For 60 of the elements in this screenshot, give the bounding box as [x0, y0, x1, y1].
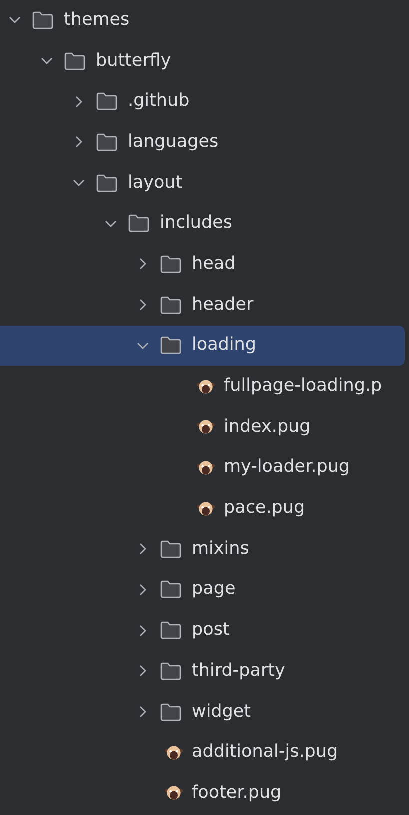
folder-icon: [160, 621, 182, 640]
tree-item-label: languages: [128, 132, 219, 153]
tree-item-label: widget: [192, 702, 252, 723]
tree-row[interactable]: languages: [0, 122, 405, 163]
tree-row[interactable]: page: [0, 570, 405, 610]
tree-item-label: mixins: [192, 538, 250, 560]
tree-item-label: third-party: [192, 660, 286, 682]
dog-face-icon: [165, 744, 183, 761]
tree-item-label: page: [192, 579, 236, 600]
tree-item-label: additional-js.pug: [192, 742, 338, 764]
tree-item-label: .github: [128, 91, 190, 112]
tree-item-label: post: [192, 620, 230, 642]
tree-row[interactable]: includes: [0, 203, 405, 244]
tree-item-label: layout: [128, 172, 183, 194]
tree-item-label: fullpage-loading.p: [224, 376, 382, 398]
tree-item-label: header: [192, 294, 254, 316]
tree-item-label: butterfly: [96, 50, 172, 72]
tree-row[interactable]: my-loader.pug: [0, 448, 405, 488]
tree-item-label: themes: [64, 10, 130, 31]
folder-icon: [128, 214, 150, 234]
tree-item-label: includes: [160, 213, 233, 234]
tree-item-label: index.pug: [224, 416, 311, 438]
folder-icon: [160, 540, 182, 559]
folder-icon: [96, 92, 118, 112]
dog-face-icon: [197, 500, 215, 517]
tree-row[interactable]: pace.pug: [0, 488, 405, 529]
tree-row[interactable]: themes: [0, 0, 405, 41]
folder-icon: [96, 174, 118, 193]
tree-row[interactable]: widget: [0, 692, 405, 732]
dog-face-icon: [197, 378, 215, 395]
tree-item-label: pace.pug: [224, 498, 306, 520]
tree-row[interactable]: layout: [0, 162, 405, 204]
folder-icon: [160, 254, 182, 274]
folder-icon: [160, 336, 182, 356]
dog-face-icon: [197, 460, 215, 476]
dog-face-icon: [165, 785, 183, 802]
folder-icon: [64, 52, 86, 71]
tree-row[interactable]: butterfly: [0, 40, 405, 82]
folder-icon: [160, 580, 182, 600]
tree-row[interactable]: head: [0, 244, 405, 285]
folder-icon: [32, 10, 54, 30]
tree-row[interactable]: header: [0, 284, 405, 326]
tree-row[interactable]: loading: [0, 326, 405, 366]
tree-row[interactable]: mixins: [0, 528, 405, 570]
folder-icon: [96, 132, 118, 152]
tree-item-label: my-loader.pug: [224, 457, 350, 478]
tree-row[interactable]: .github: [0, 81, 405, 122]
tree-row[interactable]: post: [0, 610, 405, 651]
folder-icon: [160, 702, 182, 722]
tree-item-label: head: [192, 254, 236, 275]
tree-row[interactable]: fullpage-loading.p: [0, 366, 405, 407]
tree-item-label: footer.pug: [192, 782, 282, 804]
tree-item-label: loading: [192, 335, 256, 356]
dog-face-icon: [197, 419, 215, 436]
folder-icon: [160, 662, 182, 681]
tree-row[interactable]: footer.pug: [0, 773, 405, 814]
tree-row[interactable]: third-party: [0, 651, 405, 692]
tree-row[interactable]: additional-js.pug: [0, 732, 405, 774]
folder-icon: [160, 296, 182, 315]
tree-row[interactable]: index.pug: [0, 406, 405, 448]
